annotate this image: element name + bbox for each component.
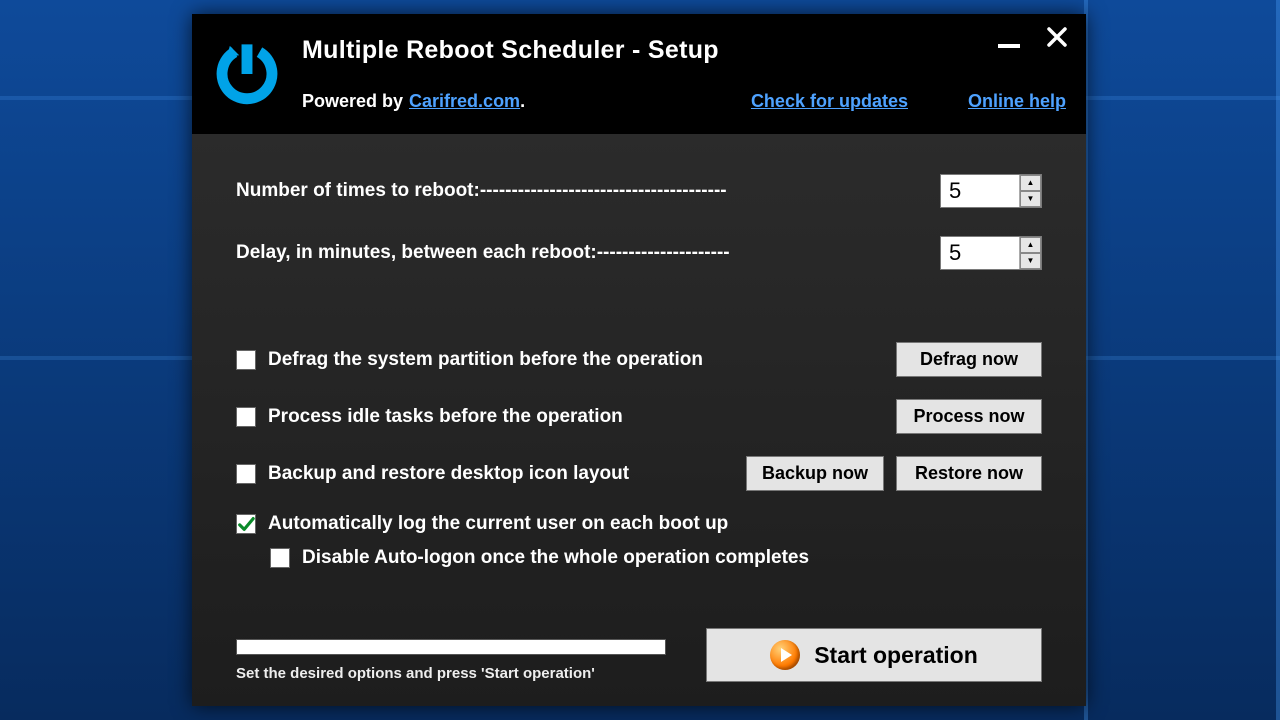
footer-hint: Set the desired options and press 'Start… — [236, 665, 666, 682]
restore-now-button[interactable]: Restore now — [896, 456, 1042, 491]
title-bar: Multiple Reboot Scheduler - Setup Powere… — [192, 14, 1086, 134]
defrag-checkbox[interactable] — [236, 350, 256, 370]
start-operation-label: Start operation — [814, 642, 978, 669]
autolog-checkbox[interactable] — [236, 514, 256, 534]
delay-label: Delay, in minutes, between each reboot:-… — [236, 242, 940, 264]
reboot-count-down[interactable]: ▼ — [1020, 191, 1041, 207]
backup-now-button[interactable]: Backup now — [746, 456, 884, 491]
start-operation-button[interactable]: Start operation — [706, 628, 1042, 682]
app-window: Multiple Reboot Scheduler - Setup Powere… — [192, 14, 1086, 706]
reboot-count-input[interactable] — [941, 175, 1019, 207]
autolog-label: Automatically log the current user on ea… — [268, 513, 1042, 535]
powered-by-label: Powered by — [302, 91, 403, 112]
delay-input[interactable] — [941, 237, 1019, 269]
disable-autolog-checkbox[interactable] — [270, 548, 290, 568]
power-icon — [206, 28, 288, 120]
backup-label: Backup and restore desktop icon layout — [268, 463, 734, 485]
carifred-link[interactable]: Carifred.com — [409, 91, 520, 112]
powered-by-suffix: . — [520, 91, 525, 112]
defrag-label: Defrag the system partition before the o… — [268, 349, 884, 371]
online-help-link[interactable]: Online help — [968, 91, 1066, 112]
reboot-count-up[interactable]: ▲ — [1020, 175, 1041, 191]
idle-label: Process idle tasks before the operation — [268, 406, 884, 428]
play-icon — [770, 640, 800, 670]
backup-checkbox[interactable] — [236, 464, 256, 484]
app-title: Multiple Reboot Scheduler - Setup — [302, 36, 1066, 65]
reboot-count-stepper[interactable]: ▲ ▼ — [940, 174, 1042, 208]
progress-bar — [236, 639, 666, 655]
defrag-now-button[interactable]: Defrag now — [896, 342, 1042, 377]
delay-down[interactable]: ▼ — [1020, 253, 1041, 269]
disable-autolog-label: Disable Auto-logon once the whole operat… — [302, 547, 1042, 569]
process-now-button[interactable]: Process now — [896, 399, 1042, 434]
check-updates-link[interactable]: Check for updates — [751, 91, 908, 112]
idle-checkbox[interactable] — [236, 407, 256, 427]
delay-up[interactable]: ▲ — [1020, 237, 1041, 253]
close-button[interactable] — [1044, 24, 1070, 50]
minimize-button[interactable] — [996, 24, 1022, 50]
reboot-count-label: Number of times to reboot:--------------… — [236, 180, 940, 202]
delay-stepper[interactable]: ▲ ▼ — [940, 236, 1042, 270]
window-body: Number of times to reboot:--------------… — [192, 134, 1086, 706]
